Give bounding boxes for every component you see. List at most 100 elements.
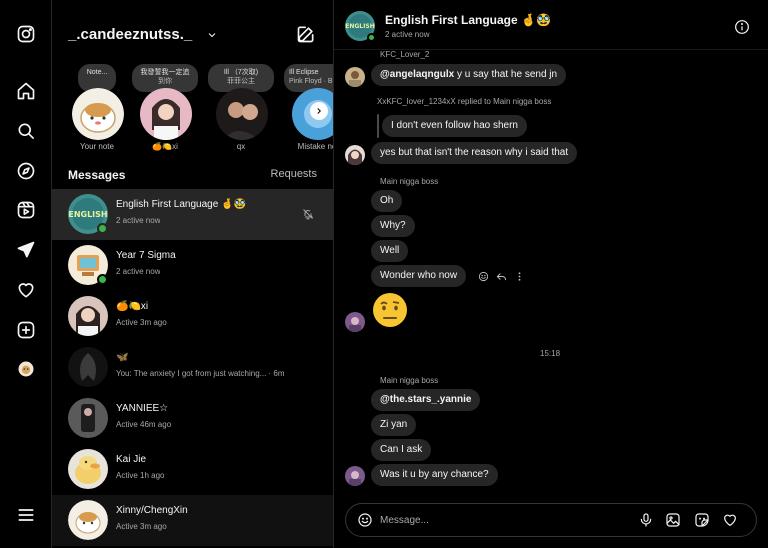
home-icon[interactable] xyxy=(14,79,38,103)
microphone-icon[interactable] xyxy=(638,512,654,528)
thread-status: Active 46m ago xyxy=(116,420,172,429)
svg-text:ENGLISH: ENGLISH xyxy=(68,210,107,219)
thread-item[interactable]: YANNIEE☆ Active 46m ago xyxy=(52,393,333,444)
thread-name: Kai Jie xyxy=(116,454,147,465)
thread-name: 🍊🍋xi xyxy=(116,301,149,312)
reply-context-label: XxKFC_lover_1234xX replied to Main nigga… xyxy=(377,97,552,106)
note-item[interactable]: Ill （7次取) 菲菲公主 qx xyxy=(206,62,276,158)
sender-name: KFC_Lover_2 xyxy=(380,50,430,59)
thread-status: Active 3m ago xyxy=(116,318,167,327)
sender-name: Main nigga boss xyxy=(380,376,439,385)
note-bubble: Ill EclipsePink Floyd · Bro all thang xyxy=(284,64,333,92)
message-bubble[interactable]: yes but that isn't the reason why i said… xyxy=(371,142,578,164)
message-bubble[interactable]: Can I ask xyxy=(371,439,432,461)
react-emoji-icon[interactable] xyxy=(477,270,489,282)
reply-quote-bar xyxy=(377,114,379,138)
thread-list: ENGLISH English First Language 🤞🥸 2 acti… xyxy=(52,189,333,546)
reels-icon[interactable] xyxy=(14,198,38,222)
message-bubble[interactable]: @the.stars_.yannie xyxy=(371,389,481,411)
message-bubble[interactable]: Was it u by any chance? xyxy=(371,464,498,486)
message-bubble[interactable]: Oh xyxy=(371,190,403,212)
thread-name: English First Language 🤞🥸 xyxy=(116,199,246,210)
more-options-icon[interactable] xyxy=(513,270,525,282)
svg-text:ENGLISH: ENGLISH xyxy=(345,23,374,30)
thread-item[interactable]: Xinny/ChengXin Active 3m ago xyxy=(52,495,333,546)
message-actions xyxy=(477,268,525,284)
message-bubble[interactable]: Zi yan xyxy=(371,414,417,436)
note-item[interactable]: 我發誓我一定追 到你 🍊🍋xi xyxy=(130,62,200,158)
online-indicator xyxy=(97,223,108,234)
thread-item[interactable]: ENGLISH English First Language 🤞🥸 2 acti… xyxy=(52,189,333,240)
avatar xyxy=(345,67,365,87)
notifications-heart-icon[interactable] xyxy=(14,278,38,302)
chat-active-status: 2 active now xyxy=(385,30,430,39)
message-bubble[interactable]: Wonder who now xyxy=(371,265,467,287)
sender-name: Main nigga boss xyxy=(380,177,439,186)
avatar xyxy=(68,449,108,489)
avatar xyxy=(72,88,124,140)
avatar xyxy=(68,398,108,438)
chevron-down-icon[interactable] xyxy=(206,28,220,42)
sticker-icon[interactable] xyxy=(694,512,710,528)
like-heart-icon[interactable] xyxy=(722,512,738,528)
chat-header: ENGLISH English First Language 🤞🥸 2 acti… xyxy=(334,0,768,50)
online-indicator xyxy=(97,274,108,285)
note-label: 🍊🍋xi xyxy=(152,142,178,151)
message-bubble[interactable]: @angelaqngulx y u say that he send jn xyxy=(371,64,567,86)
chat-title[interactable]: English First Language 🤞🥸 xyxy=(385,13,551,27)
compose-icon[interactable] xyxy=(296,24,318,46)
notes-next-arrow-icon[interactable] xyxy=(310,102,328,120)
thread-item[interactable]: 🦋 You: The anxiety I got from just watch… xyxy=(52,342,333,393)
left-nav-rail xyxy=(0,0,52,548)
reply-icon[interactable] xyxy=(495,270,507,282)
account-username[interactable]: _.candeeznutss._ xyxy=(68,26,192,43)
thread-name: Xinny/ChengXin xyxy=(116,505,188,516)
avatar xyxy=(68,296,108,336)
chat-panel: ENGLISH English First Language 🤞🥸 2 acti… xyxy=(334,0,768,548)
thread-name: Year 7 Sigma xyxy=(116,250,176,261)
message-bubble[interactable]: Why? xyxy=(371,215,415,237)
thread-item[interactable]: Year 7 Sigma 2 active now xyxy=(52,240,333,291)
messages-icon[interactable] xyxy=(14,238,38,262)
thread-item[interactable]: 🍊🍋xi Active 3m ago xyxy=(52,291,333,342)
gallery-image-icon[interactable] xyxy=(665,512,681,528)
online-indicator xyxy=(367,33,376,42)
inbox-header: _.candeeznutss._ xyxy=(68,22,318,48)
avatar xyxy=(345,466,365,486)
note-label: qx xyxy=(236,142,246,151)
note-label: Mistake no xyxy=(297,142,334,151)
thread-status: 2 active now xyxy=(116,216,161,225)
thread-status: Active 3m ago xyxy=(116,522,167,531)
notes-strip: Note... Your note 我發誓我一定追 到你 🍊🍋xi Ill （7次… xyxy=(52,62,334,158)
more-menu-icon[interactable] xyxy=(14,503,38,527)
info-icon[interactable] xyxy=(734,19,750,35)
inbox-panel: _.candeeznutss._ Note... Your note 我發誓我一… xyxy=(52,0,334,548)
thread-last-message: You: The anxiety I got from just watchin… xyxy=(116,369,285,378)
explore-icon[interactable] xyxy=(14,159,38,183)
messages-heading: Messages xyxy=(68,168,126,182)
avatar xyxy=(345,312,365,332)
search-icon[interactable] xyxy=(14,119,38,143)
timestamp-divider: 15:18 xyxy=(540,349,561,358)
instagram-logo-icon[interactable] xyxy=(14,22,38,46)
thread-status: 2 active now xyxy=(116,267,161,276)
message-bubble[interactable]: Well xyxy=(371,240,409,262)
avatar xyxy=(216,88,268,140)
avatar xyxy=(68,347,108,387)
note-item[interactable]: Note... Your note xyxy=(62,62,132,158)
profile-avatar-icon[interactable] xyxy=(14,357,38,381)
note-label: Your note xyxy=(80,142,114,151)
avatar xyxy=(140,88,192,140)
thread-status: Active 1h ago xyxy=(116,471,165,480)
thread-item[interactable]: Kai Jie Active 1h ago xyxy=(52,444,333,495)
quoted-message-bubble[interactable]: I don't even follow hao shern xyxy=(382,115,527,137)
create-plus-icon[interactable] xyxy=(14,318,38,342)
face-with-raised-eyebrow-icon[interactable] xyxy=(372,292,408,328)
thread-name: 🦋 xyxy=(116,352,129,363)
avatar xyxy=(68,500,108,540)
muted-bell-icon xyxy=(302,207,316,221)
emoji-picker-icon[interactable] xyxy=(357,512,373,528)
requests-link[interactable]: Requests xyxy=(271,168,317,180)
message-input[interactable] xyxy=(380,511,620,529)
message-composer xyxy=(345,503,757,537)
